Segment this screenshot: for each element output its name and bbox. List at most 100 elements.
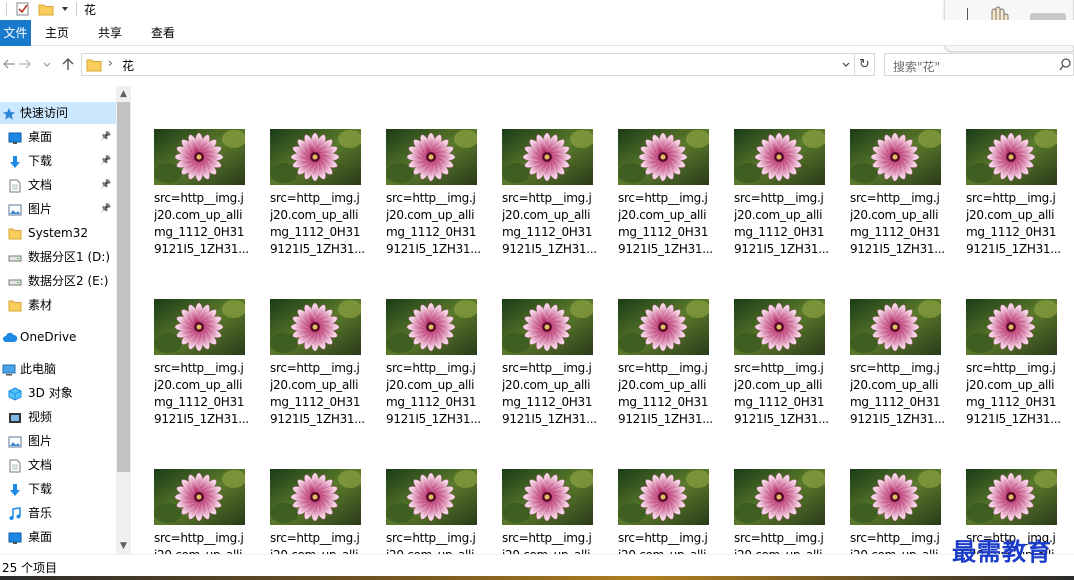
file-item[interactable]: src=http__img.j j20.com_up_alli mg_1112_0H… [252, 256, 365, 426]
chevron-down-icon[interactable] [841, 61, 851, 69]
sidebar-item[interactable]: 数据分区2 (E:) [0, 270, 116, 292]
file-name-line: j20.com_up_alli [386, 378, 475, 392]
file-name-line: src=http__img.j [618, 191, 708, 205]
sidebar-item[interactable]: 3D 对象 [0, 382, 116, 404]
file-item[interactable]: src=http__img.j j20.com_up_alli mg_1112_0H… [716, 86, 829, 256]
file-item[interactable]: src=http__img.j j20.com_up_alli mg_1112_0H… [948, 86, 1061, 256]
breadcrumb-separator-icon[interactable]: › [108, 56, 113, 70]
flower-thumbnail [154, 129, 246, 185]
sidebar-item-label: 图片 [28, 202, 53, 216]
file-item[interactable]: src=http__img.jj20.com_up_alli [832, 426, 942, 554]
chevron-down-icon[interactable] [60, 2, 70, 16]
file-name-line: mg_1112_0H31 [154, 395, 245, 409]
sidebar-item[interactable]: 桌面 [0, 526, 116, 548]
tab-home[interactable]: 主页 [45, 20, 69, 46]
pin-icon[interactable]: 📌 [100, 174, 111, 196]
sidebar-item[interactable]: System32 [0, 222, 116, 244]
file-item[interactable]: src=http__img.jj20.com_up_alli [368, 426, 478, 554]
tab-file[interactable]: 文件 [0, 20, 31, 46]
sidebar-item[interactable]: 视频 [0, 406, 116, 428]
file-item[interactable]: src=http__img.jj20.com_up_alli [484, 426, 594, 554]
flower-thumbnail [270, 469, 362, 525]
file-name-line: src=http__img.j [734, 361, 824, 375]
scroll-down-arrow-icon[interactable]: ▼ [116, 538, 131, 554]
file-item[interactable]: src=http__img.j j20.com_up_alli mg_1112_0H… [484, 86, 597, 256]
pin-icon[interactable]: 📌 [100, 150, 111, 172]
sidebar-item[interactable]: 文档 [0, 454, 116, 476]
folder-icon [8, 298, 22, 312]
flower-thumbnail [618, 129, 710, 185]
file-item[interactable]: src=http__img.j j20.com_up_alli mg_1112_0H… [716, 256, 829, 426]
file-name: src=http__img.j j20.com_up_alli mg_1112_0H… [850, 190, 948, 258]
flower-thumbnail [850, 299, 942, 355]
tab-view[interactable]: 查看 [151, 20, 175, 46]
scroll-up-arrow-icon[interactable]: ▲ [116, 86, 131, 102]
new-folder-icon[interactable] [38, 2, 54, 16]
music-icon [8, 506, 22, 520]
flower-thumbnail [850, 469, 942, 525]
sidebar-item[interactable]: 图片 [0, 430, 116, 452]
file-item[interactable]: src=http__img.j j20.com_up_alli mg_1112_0H… [600, 86, 713, 256]
file-name-line: j20.com_up_alli [850, 378, 939, 392]
file-item[interactable]: src=http__img.j j20.com_up_alli mg_1112_0H… [832, 86, 945, 256]
sidebar-item[interactable]: 素材 [0, 294, 116, 316]
file-item[interactable]: src=http__img.jj20.com_up_alli [136, 426, 246, 554]
file-item[interactable]: src=http__img.jj20.com_up_alli [600, 426, 710, 554]
file-item[interactable]: src=http__img.j j20.com_up_alli mg_1112_0H… [252, 86, 365, 256]
sidebar-item[interactable]: 此电脑 [0, 358, 116, 380]
sidebar-item[interactable]: OneDrive [0, 326, 116, 348]
sidebar-scrollbar[interactable]: ▲ ▼ [116, 86, 131, 554]
sidebar-item[interactable]: 数据分区1 (D:) [0, 246, 116, 268]
sidebar-item[interactable]: 图片 📌 [0, 198, 116, 220]
sidebar-item-label: 数据分区2 (E:) [28, 274, 109, 288]
file-item[interactable]: src=http__img.j j20.com_up_alli mg_1112_0H… [484, 256, 597, 426]
file-item[interactable]: src=http__img.j j20.com_up_alli mg_1112_0H… [600, 256, 713, 426]
scrollbar-thumb[interactable] [117, 102, 130, 472]
file-name-line: mg_1112_0H31 [270, 395, 361, 409]
sidebar-item[interactable]: 下载 📌 [0, 150, 116, 172]
sidebar-item-label: 快速访问 [20, 106, 69, 120]
file-item[interactable]: src=http__img.j j20.com_up_alli mg_1112_0H… [368, 86, 481, 256]
file-item[interactable]: src=http__img.jj20.com_up_alli [716, 426, 826, 554]
file-name-line: src=http__img.j [386, 361, 476, 375]
document-icon [8, 178, 22, 193]
file-name: src=http__img.j j20.com_up_alli [618, 530, 716, 554]
taskbar-edge [0, 576, 1074, 580]
forward-arrow-icon[interactable] [18, 58, 32, 70]
flower-thumbnail [618, 299, 710, 355]
back-arrow-icon[interactable] [2, 58, 16, 70]
file-item[interactable]: src=http__img.jj20.com_up_alli [252, 426, 362, 554]
search-input[interactable]: 搜索"花" [884, 53, 1074, 76]
file-name-line: src=http__img.j [966, 361, 1056, 375]
sidebar-item[interactable]: 文档 📌 [0, 174, 116, 196]
breadcrumb[interactable]: 花 [122, 57, 134, 74]
flower-thumbnail [966, 469, 1058, 525]
refresh-button[interactable]: ↻ [855, 53, 875, 76]
file-name-line: src=http__img.j [966, 191, 1056, 205]
pin-icon[interactable]: 📌 [100, 126, 111, 148]
sidebar-item[interactable]: 音乐 [0, 502, 116, 524]
up-arrow-icon[interactable] [61, 57, 75, 71]
recent-locations-chevron-icon[interactable] [42, 61, 52, 69]
sidebar-item[interactable]: 桌面 📌 [0, 126, 116, 148]
checkbox-properties-icon[interactable] [16, 2, 30, 16]
address-bar[interactable]: › 花 [81, 53, 855, 76]
flower-thumbnail [734, 469, 826, 525]
file-name: src=http__img.j j20.com_up_alli mg_1112_0H… [502, 360, 600, 428]
sidebar-item[interactable]: 下载 [0, 478, 116, 500]
file-name: src=http__img.j j20.com_up_alli mg_1112_0H… [734, 360, 832, 428]
file-name: src=http__img.j j20.com_up_alli mg_1112_0H… [966, 190, 1064, 258]
file-item[interactable]: src=http__img.j j20.com_up_alli mg_1112_0H… [948, 256, 1061, 426]
file-item[interactable]: src=http__img.j j20.com_up_alli mg_1112_0H… [368, 256, 481, 426]
file-name: src=http__img.j j20.com_up_alli [270, 530, 368, 554]
file-item[interactable]: src=http__img.j j20.com_up_alli mg_1112_0H… [832, 256, 945, 426]
file-item[interactable]: src=http__img.j j20.com_up_alli mg_1112_0H… [136, 86, 249, 256]
pin-icon[interactable]: 📌 [100, 198, 111, 220]
tab-share[interactable]: 共享 [98, 20, 122, 46]
file-item[interactable]: src=http__img.j j20.com_up_alli mg_1112_0H… [136, 256, 249, 426]
sidebar-item[interactable]: 快速访问 [0, 102, 116, 124]
file-name-line: j20.com_up_alli [734, 378, 823, 392]
file-name-line: mg_1112_0H31 [154, 225, 245, 239]
file-name-line: mg_1112_0H31 [618, 225, 709, 239]
refresh-icon: ↻ [859, 57, 870, 72]
